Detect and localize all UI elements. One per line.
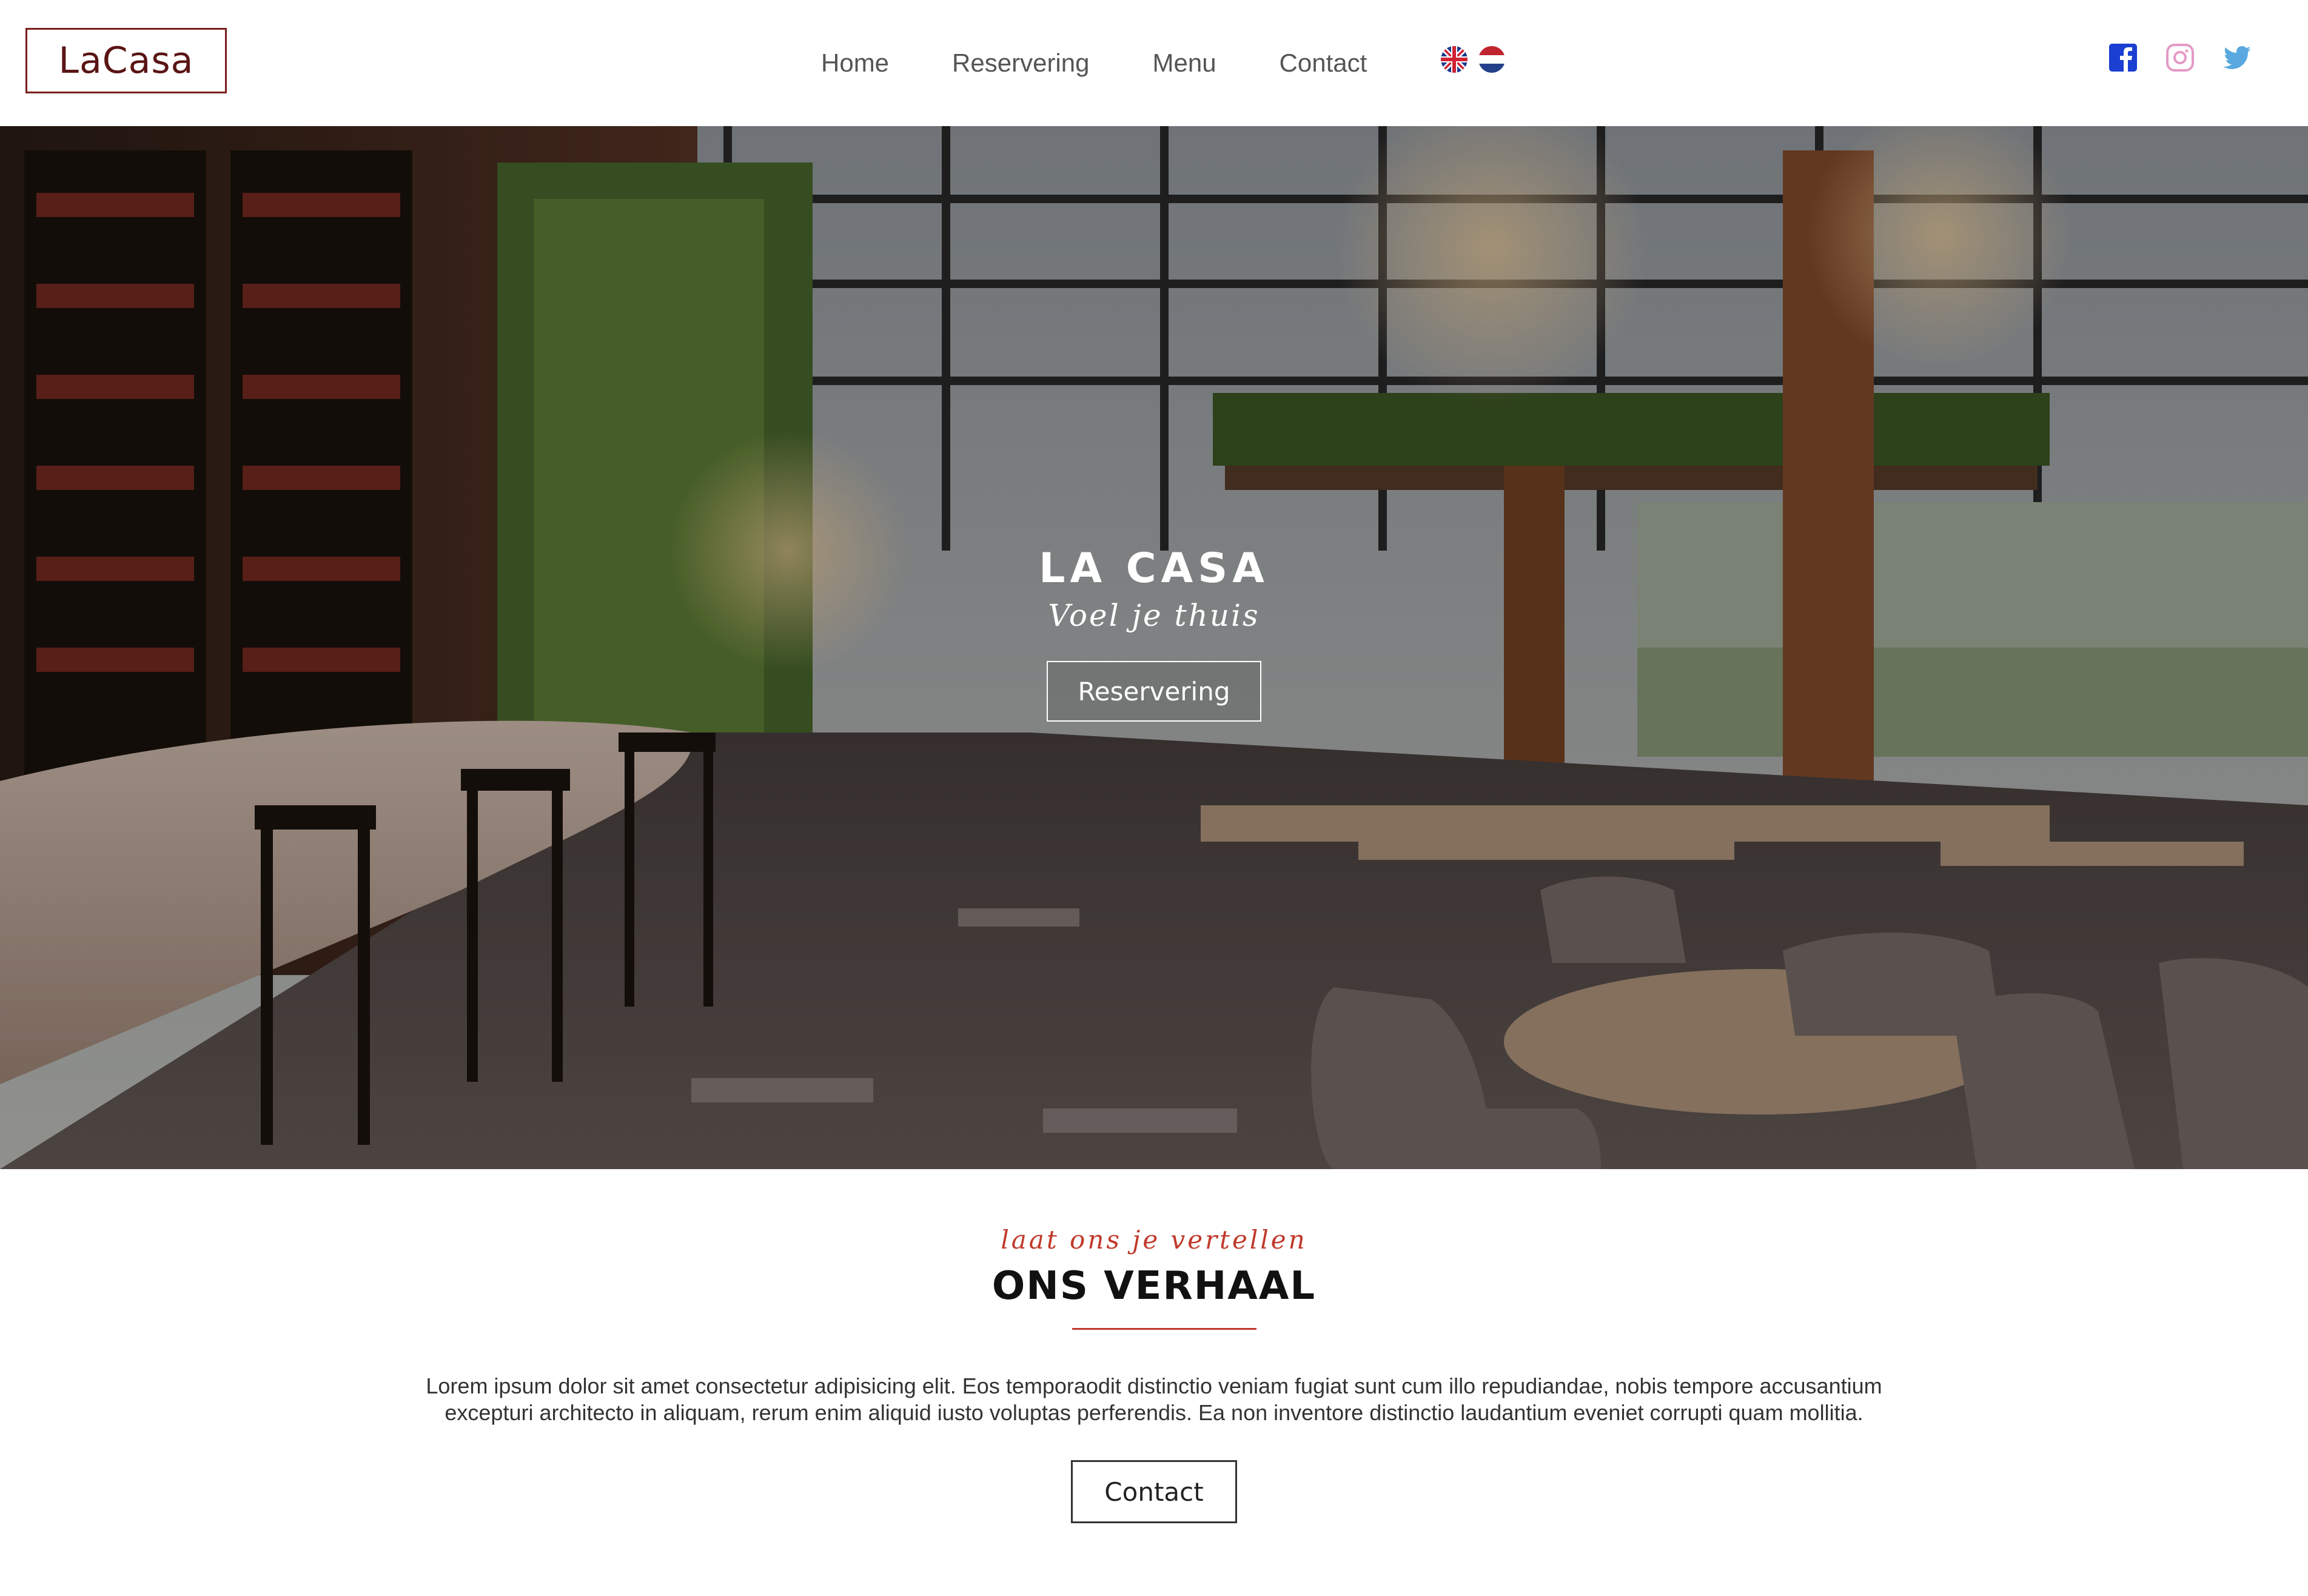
uk-flag-icon[interactable]	[1441, 46, 1468, 73]
facebook-icon[interactable]	[2108, 42, 2138, 73]
hero-overlay	[0, 126, 2308, 1169]
navbar: LaCasa Home Reservering Menu Contact	[0, 0, 2308, 126]
nav-link-reservering[interactable]: Reservering	[952, 49, 1089, 78]
language-switcher	[1441, 46, 1516, 73]
nav-link-home[interactable]: Home	[821, 49, 889, 78]
hero-subtitle: Voel je thuis	[1048, 598, 1260, 633]
site-logo[interactable]: LaCasa	[25, 28, 227, 93]
nl-flag-icon[interactable]	[1478, 46, 1505, 73]
reservation-button[interactable]: Reservering	[1047, 661, 1261, 722]
hero-title: LA CASA	[1039, 545, 1269, 592]
story-kicker: laat ons je vertellen	[1001, 1225, 1307, 1255]
nav-link-menu[interactable]: Menu	[1152, 49, 1216, 78]
hero-section: LA CASA Voel je thuis Reservering	[0, 126, 2308, 1169]
social-links	[2108, 42, 2279, 73]
twitter-icon[interactable]	[2222, 42, 2252, 73]
nav-link-contact[interactable]: Contact	[1280, 49, 1367, 78]
story-section: laat ons je vertellen ONS VERHAAL Lorem …	[0, 1169, 2308, 1596]
title-divider	[1072, 1328, 1256, 1330]
story-title: ONS VERHAAL	[991, 1264, 1317, 1309]
instagram-icon[interactable]	[2165, 42, 2195, 73]
story-text: Lorem ipsum dolor sit amet consectetur a…	[426, 1373, 1882, 1425]
contact-button[interactable]: Contact	[1071, 1460, 1237, 1523]
main-nav: Home Reservering Menu Contact	[821, 41, 1430, 85]
